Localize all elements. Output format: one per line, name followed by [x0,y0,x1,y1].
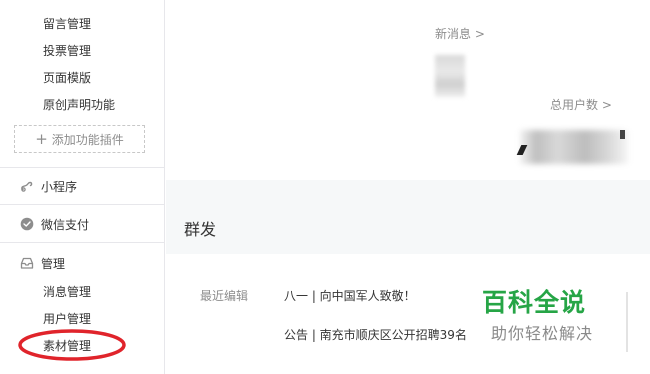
sidebar-item-wechat-pay[interactable]: 微信支付 [20,214,89,234]
sidebar-divider [0,204,164,205]
sidebar-item-users[interactable]: 用户管理 [43,310,91,327]
sidebar: 留言管理 投票管理 页面模版 原创声明功能 + 添加功能插件 小程序 微信支付 … [0,0,165,374]
broadcast-header [166,198,650,254]
recent-article[interactable]: 公告 | 南充市顺庆区公开招聘39名 [284,326,467,343]
add-plugin-label: 添加功能插件 [51,132,124,147]
broadcast-title: 群发 [184,220,217,239]
total-users-count-blurred [520,130,628,164]
sidebar-item-mini-program[interactable]: 小程序 [20,176,77,196]
recent-edits-label: 最近编辑 [200,289,249,303]
sidebar-item-votes[interactable]: 投票管理 [43,42,91,59]
recent-article[interactable]: 八一 | 向中国军人致敬！ [284,287,416,304]
sidebar-item-page-templates[interactable]: 页面模版 [43,69,91,86]
sidebar-item-materials[interactable]: 素材管理 [43,337,91,354]
total-users-link[interactable]: 总用户数 > [550,96,612,113]
blur-artifact [620,130,625,139]
sidebar-divider [0,242,164,243]
add-plugin-button[interactable]: + 添加功能插件 [14,125,145,153]
wechat-pay-icon [20,217,34,231]
sidebar-item-label: 管理 [41,256,66,271]
watermark-title: 百科全说 [482,288,587,317]
new-messages-count-blurred [435,55,465,97]
sidebar-item-manage[interactable]: 管理 [20,253,65,273]
sidebar-item-label: 小程序 [41,179,78,194]
inbox-icon [20,256,34,270]
sidebar-item-messages[interactable]: 消息管理 [43,283,91,300]
plus-icon: + [35,129,48,148]
sidebar-item-original-declaration[interactable]: 原创声明功能 [43,96,115,113]
main-content: 新消息 > 总用户数 > 群发 最近编辑 八一 | 向中国军人致敬！ 公告 | … [166,0,650,374]
mini-program-icon [20,179,34,193]
watermark-subtitle: 助你轻松解决 [491,324,594,343]
sidebar-divider [0,167,164,168]
sidebar-item-comments[interactable]: 留言管理 [43,15,91,32]
scroll-edge [626,292,628,352]
new-messages-link[interactable]: 新消息 > [435,25,485,42]
overview-card: 新消息 > 总用户数 > [166,0,650,180]
sidebar-item-label: 微信支付 [41,217,90,232]
